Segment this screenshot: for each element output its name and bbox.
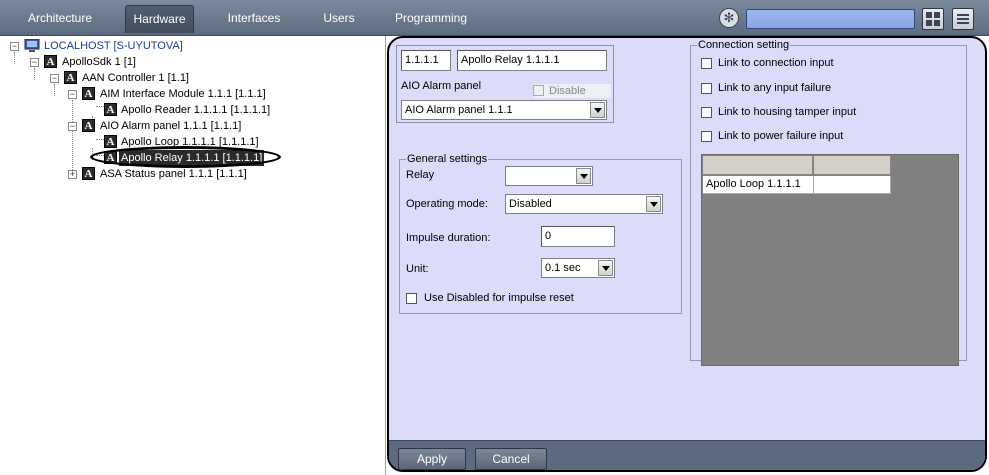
unit-select-value: 0.1 sec <box>545 262 581 274</box>
tree-node-asa-status-panel[interactable]: + A ASA Status panel 1.1.1 [1.1.1] <box>68 166 308 182</box>
relay-label: Relay <box>406 169 435 181</box>
impulse-duration-label: Impulse duration: <box>406 232 491 244</box>
use-disabled-label: Use Disabled for impulse reset <box>424 292 574 304</box>
collapse-icon[interactable]: − <box>68 90 77 99</box>
link-housing-tamper-checkbox[interactable] <box>701 107 712 118</box>
apollo-device-icon: A <box>82 167 95 180</box>
use-disabled-checkbox[interactable] <box>406 293 417 304</box>
parent-select-value: AIO Alarm panel 1.1.1 <box>405 104 513 116</box>
tree-node-apollosdk[interactable]: − A ApolloSdk 1 [1] <box>30 54 230 70</box>
link-any-input-failure-checkbox[interactable] <box>701 83 712 94</box>
link-housing-tamper-label: Link to housing tamper input <box>718 106 857 118</box>
dropdown-arrow-icon[interactable] <box>646 196 661 212</box>
unit-label: Unit: <box>406 263 429 275</box>
grid-cell-value[interactable] <box>814 176 891 194</box>
operating-mode-value: Disabled <box>509 198 552 210</box>
apollo-device-icon: A <box>44 55 57 68</box>
apply-button[interactable]: Apply <box>398 448 466 470</box>
disable-checkbox[interactable] <box>533 85 544 96</box>
computer-icon <box>24 39 40 52</box>
apollo-device-icon: A <box>82 119 95 132</box>
parent-label: AIO Alarm panel <box>401 80 482 92</box>
operating-mode-label: Operating mode: <box>406 198 488 210</box>
general-settings-title: General settings <box>406 152 489 166</box>
tree-node-localhost[interactable]: − LOCALHOST [S-UYUTOVA] <box>10 38 210 54</box>
operating-mode-select[interactable]: Disabled <box>505 194 663 214</box>
tree-node-apollo-reader[interactable]: A Apollo Reader 1.1.1.1 [1.1.1.1] <box>104 102 344 118</box>
tab-programming[interactable]: Programming <box>390 5 472 33</box>
dropdown-arrow-icon[interactable] <box>576 168 591 184</box>
tree-node-label: ApolloSdk 1 [1] <box>62 56 136 68</box>
settings-panel: 1.1.1.1 Apollo Relay 1.1.1.1 AIO Alarm p… <box>387 36 987 472</box>
tab-users[interactable]: Users <box>313 5 365 33</box>
action-bar: Apply Cancel <box>389 440 985 470</box>
dropdown-arrow-icon[interactable] <box>598 260 613 276</box>
link-power-failure-checkbox[interactable] <box>701 131 712 142</box>
collapse-icon[interactable]: − <box>30 58 39 67</box>
grid-icon <box>926 12 940 26</box>
apollo-device-icon: A <box>64 71 77 84</box>
disable-checkbox-strip: Disable <box>533 84 611 98</box>
dropdown-arrow-icon[interactable] <box>590 102 605 118</box>
object-id-field[interactable]: 1.1.1.1 <box>401 50 451 71</box>
link-connection-input-label: Link to connection input <box>718 57 834 69</box>
search-input[interactable] <box>746 9 915 29</box>
apollo-device-icon: A <box>104 103 117 116</box>
connection-setting-title: Connection setting <box>697 38 791 52</box>
highlight-ellipse <box>90 146 281 168</box>
unit-select[interactable]: 0.1 sec <box>541 258 615 278</box>
collapse-icon[interactable]: − <box>50 74 59 83</box>
tree-node-label: AIM Interface Module 1.1.1 [1.1.1] <box>100 88 266 100</box>
grid-cell-loop-name[interactable]: Apollo Loop 1.1.1.1 <box>703 176 814 194</box>
tab-hardware[interactable]: Hardware <box>125 5 194 33</box>
expand-icon[interactable]: + <box>68 170 77 179</box>
hardware-tree: − LOCALHOST [S-UYUTOVA] − A ApolloSdk 1 … <box>0 36 386 475</box>
apollo-device-icon: A <box>104 135 117 148</box>
grid-header-cell[interactable] <box>814 156 891 175</box>
loop-link-grid: Apollo Loop 1.1.1.1 <box>701 154 959 366</box>
settings-gear-icon[interactable]: ✻ <box>719 8 739 28</box>
connection-setting-group: Connection setting Link to connection in… <box>690 38 967 366</box>
general-settings-group: General settings Relay Operating mode: D… <box>399 152 682 314</box>
tab-interfaces[interactable]: Interfaces <box>220 5 288 33</box>
disable-label: Disable <box>549 85 586 97</box>
menu-button[interactable] <box>952 8 974 30</box>
link-power-failure-label: Link to power failure input <box>718 130 844 142</box>
top-nav-bar: Architecture Hardware Interfaces Users P… <box>0 0 989 36</box>
collapse-icon[interactable]: − <box>10 42 19 51</box>
relay-select[interactable] <box>505 166 593 186</box>
tree-node-label: AIO Alarm panel 1.1.1 [1.1.1] <box>100 120 242 132</box>
tree-node-label: ASA Status panel 1.1.1 [1.1.1] <box>100 168 247 180</box>
menu-lines-icon <box>957 14 969 24</box>
grid-header-cell[interactable] <box>703 156 813 175</box>
tab-architecture[interactable]: Architecture <box>18 5 102 33</box>
impulse-duration-input[interactable]: 0 <box>541 226 615 247</box>
grid-view-button[interactable] <box>922 8 944 30</box>
tree-node-label: LOCALHOST [S-UYUTOVA] <box>44 40 183 52</box>
object-header-box: 1.1.1.1 Apollo Relay 1.1.1.1 AIO Alarm p… <box>396 45 614 123</box>
collapse-icon[interactable]: − <box>68 122 77 131</box>
apollo-device-icon: A <box>82 87 95 100</box>
tree-node-label: AAN Controller 1 [1.1] <box>82 72 189 84</box>
cancel-button[interactable]: Cancel <box>475 448 547 470</box>
tree-node-aim-interface-module[interactable]: − A AIM Interface Module 1.1.1 [1.1.1] <box>68 86 328 102</box>
link-connection-input-checkbox[interactable] <box>701 58 712 69</box>
tree-node-aio-alarm-panel[interactable]: − A AIO Alarm panel 1.1.1 [1.1.1] <box>68 118 308 134</box>
link-any-input-failure-label: Link to any input failure <box>718 82 832 94</box>
parent-select[interactable]: AIO Alarm panel 1.1.1 <box>401 100 607 120</box>
tree-node-aan-controller[interactable]: − A AAN Controller 1 [1.1] <box>50 70 270 86</box>
object-name-field[interactable]: Apollo Relay 1.1.1.1 <box>457 50 607 71</box>
tree-node-label: Apollo Reader 1.1.1.1 [1.1.1.1] <box>121 104 271 116</box>
